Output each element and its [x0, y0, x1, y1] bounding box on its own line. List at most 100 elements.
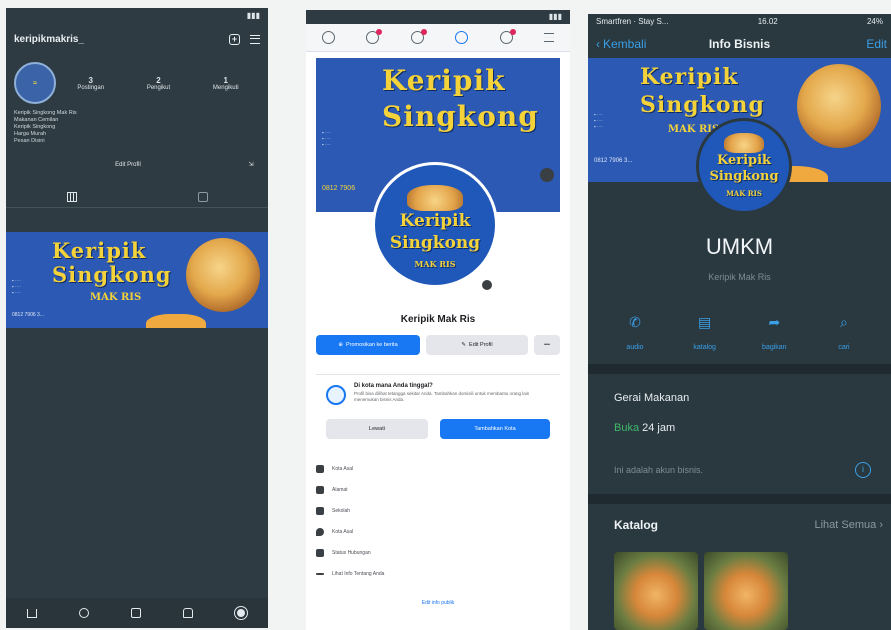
banner-phone: 0812 7906 3... — [594, 158, 633, 164]
edit-profile-button[interactable]: Edit Profil — [14, 162, 242, 168]
status-icons: ▮▮▮ — [548, 12, 562, 21]
bio-line: Harga Murah — [14, 131, 47, 137]
header-bar: ‹ Kembali Info Bisnis Edit — [588, 30, 891, 58]
profile-icon[interactable] — [234, 606, 248, 620]
see-about-link[interactable]: Lihat Info Tentang Anda — [316, 563, 560, 584]
share-button[interactable]: ➦ bagikan — [749, 314, 799, 354]
catalog-button[interactable]: ▤ katalog — [680, 314, 730, 354]
catalog-item[interactable] — [614, 552, 698, 630]
status-icons: ▮▮▮ — [246, 11, 260, 20]
search-button[interactable]: ⌕ cari — [819, 314, 869, 354]
card-description: Profil bisa dilihat tetangga sekitar And… — [354, 391, 530, 402]
camera-icon[interactable] — [480, 278, 494, 292]
edit-button[interactable]: Edit — [866, 37, 887, 51]
add-city-button[interactable]: Tambahkan Kota — [440, 419, 550, 439]
bio-line: Pesan Disini — [14, 138, 45, 144]
chips-photo — [797, 64, 881, 148]
tagged-tab-icon[interactable] — [197, 191, 208, 202]
info-icon[interactable]: i — [855, 462, 871, 478]
business-subname: Keripik Mak Ris — [708, 272, 771, 282]
catalog-items — [614, 552, 788, 630]
divider — [588, 494, 891, 504]
catalog-item[interactable] — [704, 552, 788, 630]
more-button[interactable]: ••• — [534, 335, 560, 355]
catalog-header: Katalog Lihat Semua › — [614, 518, 883, 532]
business-hours[interactable]: Buka 24 jam — [614, 422, 675, 434]
status-bar: ▮▮▮ — [306, 10, 570, 24]
profile-actions: ⊕ Promosikan ke berita ✎ Edit Profil ••• — [316, 335, 560, 355]
home-icon — [316, 464, 324, 473]
business-note: Ini adalah akun bisnis. — [614, 465, 704, 475]
profile-top-bar: keripikmakris_ + — [6, 24, 268, 54]
reels-icon[interactable] — [131, 608, 141, 618]
divider — [588, 364, 891, 374]
stat-posts[interactable]: 3 Postingan — [77, 76, 104, 91]
edit-profile-row: Edit Profil ⇲ — [14, 161, 260, 169]
status-bar: Smartfren · Stay S... 16.02 24% — [588, 14, 891, 30]
banner-title-1: Keripik — [382, 64, 506, 97]
home-icon[interactable] — [27, 608, 37, 618]
banner-brand: MAK RIS — [90, 292, 142, 303]
stat-following[interactable]: 1 Mengikuti — [213, 76, 239, 91]
clock: 16.02 — [757, 17, 778, 26]
card-title: Di kota mana Anda tinggal? — [354, 383, 433, 389]
banner-title-2: Singkong — [382, 100, 539, 133]
profile-bio: Keripik Singkong Mak Ris Makanan Cemilan… — [6, 108, 268, 147]
bio-line: Keripik Singkong — [14, 124, 56, 130]
instagram-screen: ▮▮▮ keripikmakris_ + ≈ 3 Postingan 2 Pengi… — [6, 8, 268, 628]
shop-icon[interactable] — [183, 608, 193, 618]
edit-profile-button[interactable]: ✎ Edit Profil — [426, 335, 528, 355]
avatar[interactable]: ≈ — [14, 62, 56, 104]
search-icon: ⌕ — [840, 314, 848, 330]
heart-icon — [316, 548, 324, 557]
profile-icon[interactable] — [455, 31, 469, 44]
chips-photo — [724, 133, 764, 153]
quick-actions: ✆ audio ▤ katalog ➦ bagikan ⌕ cari — [610, 314, 869, 354]
list-item[interactable]: Kota Asal — [316, 458, 560, 479]
grid-tab-icon[interactable] — [66, 191, 77, 202]
groups-icon[interactable] — [410, 29, 427, 44]
profile-avatar[interactable]: Keripik Singkong MAK RIS — [696, 118, 792, 214]
page-title: Keripik Mak Ris — [400, 314, 476, 325]
see-all-link[interactable]: Lihat Semua › — [815, 519, 884, 531]
menu-icon[interactable] — [250, 34, 260, 44]
list-item[interactable]: Status Hubungan — [316, 542, 560, 563]
username[interactable]: keripikmakris_ — [14, 34, 84, 45]
list-item[interactable]: Sekolah — [316, 500, 560, 521]
back-button[interactable]: ‹ Kembali — [596, 37, 646, 51]
more-icon — [316, 572, 324, 575]
add-person-icon[interactable]: ⇲ — [242, 161, 260, 168]
camera-icon[interactable] — [540, 168, 554, 182]
bio-line: Makanan Cemilan — [14, 117, 59, 123]
skip-button[interactable]: Lewati — [326, 419, 428, 439]
avatar-brand: MAK RIS — [726, 189, 762, 198]
banner-title-1: Keripik — [52, 238, 147, 263]
audio-button[interactable]: ✆ audio — [610, 314, 660, 354]
profile-avatar[interactable]: Keripik Singkong MAK RIS — [372, 162, 498, 288]
post-banner[interactable]: Keripik Singkong MAK RIS ▪ ···· ▪ ···· ▪ ·… — [6, 232, 268, 328]
list-item[interactable]: Kota Asal — [316, 521, 560, 542]
search-icon[interactable] — [79, 608, 89, 618]
chips-photo — [186, 238, 260, 312]
add-post-icon[interactable]: + — [229, 33, 240, 45]
avatar-title-1: Keripik — [716, 153, 772, 168]
status-bar: ▮▮▮ — [6, 8, 268, 24]
chevron-left-icon: ‹ — [596, 37, 600, 51]
menu-icon[interactable] — [544, 33, 555, 42]
notifications-icon[interactable] — [499, 29, 516, 44]
list-item[interactable]: Alamat — [316, 479, 560, 500]
banner-info: ▪ ···· ▪ ···· ▪ ···· — [322, 130, 331, 147]
edit-public-info-link[interactable]: Edit info publik — [306, 600, 570, 606]
banner-info: ▪ ···· ▪ ···· ▪ ···· — [12, 278, 21, 295]
banner-info: ▪ ···· ▪ ···· ▪ ···· — [594, 112, 603, 129]
home-icon[interactable] — [321, 31, 335, 44]
bottom-navigation — [6, 598, 268, 628]
school-icon — [316, 506, 324, 515]
avatar-title-1: Keripik — [399, 211, 471, 231]
facebook-screen: ▮▮▮ Keripik Singkong ▪ ···· ▪ ···· ▪ ···· … — [306, 10, 570, 630]
promote-button[interactable]: ⊕ Promosikan ke berita — [316, 335, 420, 355]
banner-phone: 0812 7906 3... — [12, 312, 44, 318]
friends-icon[interactable] — [366, 29, 383, 44]
avatar-title-2: Singkong — [709, 169, 779, 184]
stat-followers[interactable]: 2 Pengikut — [147, 76, 170, 91]
